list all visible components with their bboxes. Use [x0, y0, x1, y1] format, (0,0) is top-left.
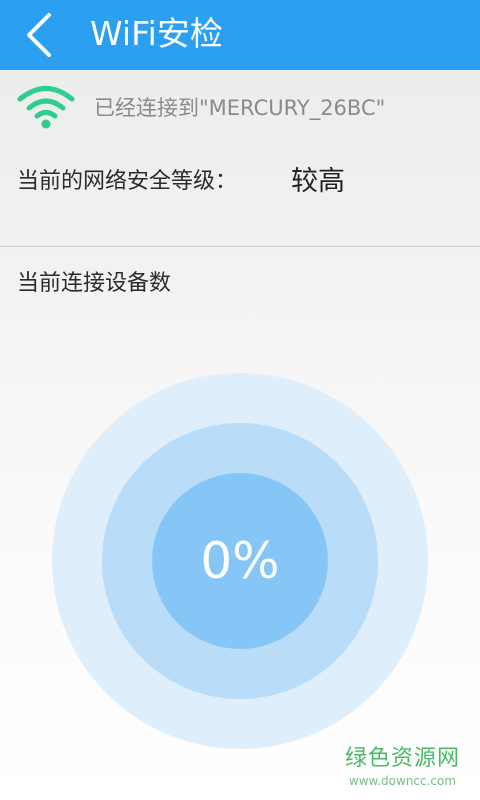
scan-progress-percent: 0% — [200, 532, 280, 590]
page-title: WiFi安检 — [90, 14, 223, 53]
watermark: 绿色资源网 www.downcc.com — [345, 745, 460, 789]
device-count-label: 当前连接设备数 — [17, 271, 172, 296]
watermark-url: www.downcc.com — [348, 774, 457, 788]
app-bar: WiFi安检 — [0, 0, 480, 70]
security-level-value: 较高 — [291, 166, 345, 197]
wifi-icon — [17, 86, 75, 129]
security-level-label: 当前的网络安全等级： — [17, 169, 238, 194]
security-level-row: 当前的网络安全等级： 较高 — [0, 150, 480, 214]
connection-status-row: 已经连接到"MERCURY_26BC" — [0, 70, 480, 146]
watermark-title: 绿色资源网 — [344, 746, 460, 771]
back-button[interactable] — [0, 0, 70, 70]
divider — [0, 246, 480, 247]
chevron-left-icon — [27, 13, 51, 57]
connection-status-text: 已经连接到"MERCURY_26BC" — [94, 96, 386, 120]
